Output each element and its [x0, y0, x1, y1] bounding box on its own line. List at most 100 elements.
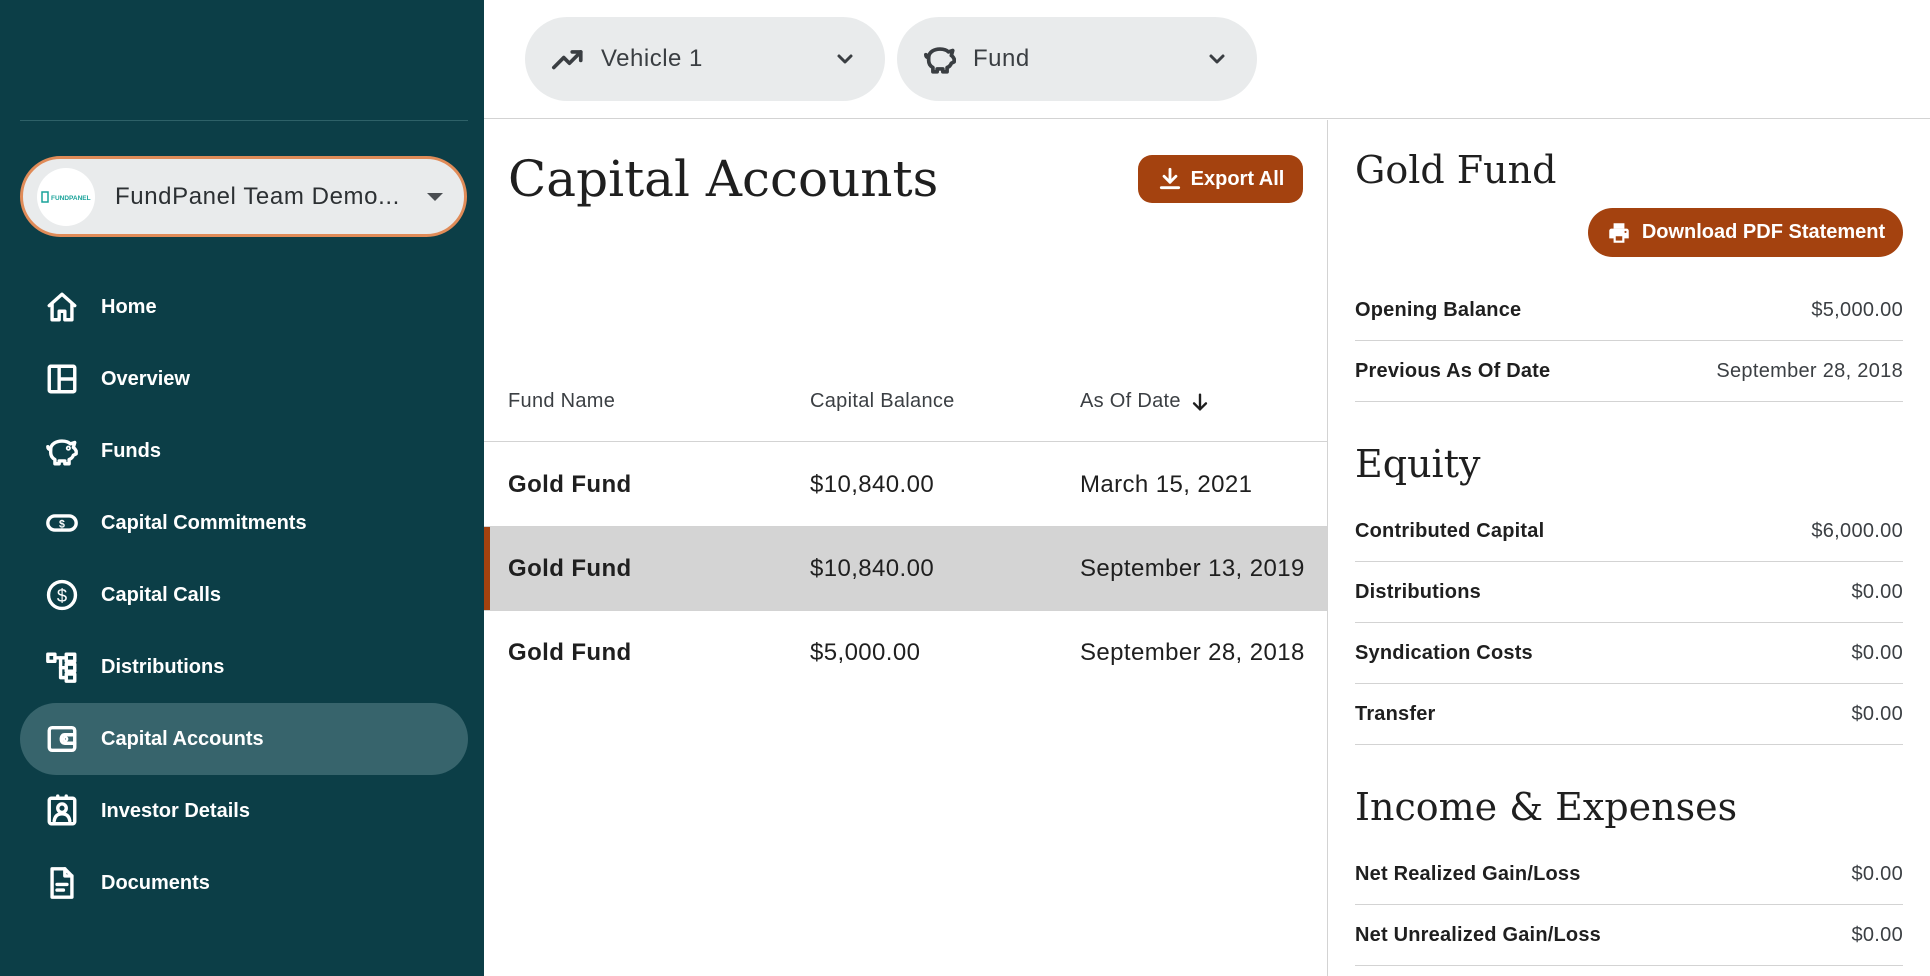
top-bar: Vehicle 1 Fund — [484, 0, 1930, 119]
previous-as-of-date-value: September 28, 2018 — [1716, 359, 1903, 382]
table-body: Gold Fund $10,840.00 March 15, 2021 Gold… — [484, 443, 1327, 695]
sidebar-item-capital-commitments[interactable]: $ Capital Commitments — [20, 487, 468, 559]
contributed-capital-row: Contributed Capital $6,000.00 — [1355, 501, 1903, 562]
sidebar-item-label: Distributions — [101, 655, 225, 678]
hierarchy-icon — [44, 649, 80, 685]
column-header-as-of-date-label: As Of Date — [1080, 390, 1181, 412]
equity-section-title: Equity — [1355, 442, 1481, 486]
net-realized-gain-loss-label: Net Realized Gain/Loss — [1355, 862, 1581, 885]
chevron-down-icon — [1205, 47, 1229, 71]
net-unrealized-gain-loss-row: Net Unrealized Gain/Loss $0.00 — [1355, 905, 1903, 966]
column-header-fund-name[interactable]: Fund Name — [508, 390, 615, 413]
sidebar-item-label: Funds — [101, 439, 161, 462]
svg-text:$: $ — [57, 585, 67, 606]
organization-logo: FUNDPANEL — [37, 167, 95, 226]
capital-account-detail-panel: Gold Fund Download PDF Statement Opening… — [1329, 120, 1930, 976]
sidebar-item-capital-calls[interactable]: $ Capital Calls — [20, 559, 468, 631]
column-header-capital-balance[interactable]: Capital Balance — [810, 390, 955, 413]
transfer-value: $0.00 — [1851, 702, 1903, 725]
fund-select-label: Fund — [973, 45, 1030, 72]
sidebar-item-distributions[interactable]: Distributions — [20, 631, 468, 703]
previous-as-of-date-row: Previous As Of Date September 28, 2018 — [1355, 341, 1903, 402]
sidebar-item-label: Home — [101, 295, 157, 318]
sidebar-nav: Home Overview Funds $ Capital Commitment… — [20, 271, 468, 919]
net-unrealized-gain-loss-value: $0.00 — [1851, 923, 1903, 946]
fund-name-cell: Gold Fund — [508, 555, 632, 582]
syndication-costs-label: Syndication Costs — [1355, 641, 1533, 664]
organization-select[interactable]: FUNDPANEL FundPanel Team Demo... — [20, 156, 467, 237]
export-all-label: Export All — [1190, 167, 1285, 190]
income-expenses-section-title: Income & Expenses — [1355, 785, 1738, 829]
page-title: Capital Accounts — [508, 150, 939, 208]
detail-title: Gold Fund — [1355, 148, 1557, 192]
distributions-label: Distributions — [1355, 580, 1481, 603]
table-row[interactable]: Gold Fund $10,840.00 March 15, 2021 — [484, 443, 1327, 527]
wallet-icon — [44, 721, 80, 757]
sidebar: FUNDPANEL FundPanel Team Demo... Home Ov… — [0, 0, 484, 976]
sidebar-item-capital-accounts[interactable]: Capital Accounts — [20, 703, 468, 775]
opening-balance-label: Opening Balance — [1355, 298, 1522, 321]
svg-text:FUNDPANEL: FUNDPANEL — [51, 195, 91, 202]
fund-select[interactable]: Fund — [897, 17, 1257, 101]
piggy-bank-icon — [44, 433, 80, 469]
table-row-selected[interactable]: Gold Fund $10,840.00 September 13, 2019 — [484, 527, 1327, 611]
sidebar-item-investor-details[interactable]: Investor Details — [20, 775, 468, 847]
sidebar-item-label: Documents — [101, 871, 210, 894]
net-realized-gain-loss-row: Net Realized Gain/Loss $0.00 — [1355, 844, 1903, 905]
home-icon — [44, 289, 80, 325]
trending-up-icon — [551, 42, 585, 76]
as-of-date-cell: March 15, 2021 — [1080, 471, 1253, 498]
download-pdf-label: Download PDF Statement — [1641, 221, 1886, 243]
caret-down-icon — [427, 192, 443, 201]
vehicle-select-label: Vehicle 1 — [601, 45, 703, 72]
sidebar-item-home[interactable]: Home — [20, 271, 468, 343]
sidebar-item-label: Capital Commitments — [101, 511, 307, 534]
sidebar-item-funds[interactable]: Funds — [20, 415, 468, 487]
printer-icon — [1609, 222, 1629, 243]
fund-name-cell: Gold Fund — [508, 639, 632, 666]
as-of-date-cell: September 13, 2019 — [1080, 555, 1305, 582]
distributions-row: Distributions $0.00 — [1355, 562, 1903, 623]
as-of-date-cell: September 28, 2018 — [1080, 639, 1305, 666]
money-pill-icon: $ — [44, 505, 80, 541]
previous-as-of-date-label: Previous As Of Date — [1355, 359, 1551, 382]
sidebar-item-label: Capital Accounts — [101, 727, 264, 750]
table-row[interactable]: Gold Fund $5,000.00 September 28, 2018 — [484, 611, 1327, 695]
sidebar-item-label: Overview — [101, 367, 190, 390]
vehicle-select[interactable]: Vehicle 1 — [525, 17, 885, 101]
opening-balance-row: Opening Balance $5,000.00 — [1355, 280, 1903, 341]
syndication-costs-value: $0.00 — [1851, 641, 1903, 664]
download-icon — [1159, 167, 1180, 190]
syndication-costs-row: Syndication Costs $0.00 — [1355, 623, 1903, 684]
contact-card-icon — [44, 793, 80, 829]
sidebar-divider — [20, 120, 468, 121]
transfer-label: Transfer — [1355, 702, 1436, 725]
capital-balance-cell: $10,840.00 — [810, 471, 935, 498]
net-realized-gain-loss-value: $0.00 — [1851, 862, 1903, 885]
sidebar-item-documents[interactable]: Documents — [20, 847, 468, 919]
net-unrealized-gain-loss-label: Net Unrealized Gain/Loss — [1355, 923, 1601, 946]
download-pdf-statement-button[interactable]: Download PDF Statement — [1588, 208, 1903, 257]
document-icon — [44, 865, 80, 901]
dollar-circle-icon: $ — [44, 577, 80, 613]
capital-balance-cell: $5,000.00 — [810, 639, 921, 666]
sidebar-item-label: Investor Details — [101, 799, 250, 822]
contributed-capital-label: Contributed Capital — [1355, 519, 1545, 542]
column-header-as-of-date[interactable]: As Of Date — [1080, 390, 1211, 413]
svg-text:$: $ — [59, 518, 65, 530]
contributed-capital-value: $6,000.00 — [1811, 519, 1903, 542]
sidebar-item-overview[interactable]: Overview — [20, 343, 468, 415]
capital-accounts-list-panel: Capital Accounts Export All Fund Name Ca… — [484, 120, 1328, 976]
fund-name-cell: Gold Fund — [508, 471, 632, 498]
opening-balance-value: $5,000.00 — [1811, 298, 1903, 321]
transfer-row: Transfer $0.00 — [1355, 684, 1903, 745]
piggy-bank-icon — [923, 42, 957, 76]
capital-balance-cell: $10,840.00 — [810, 555, 935, 582]
table-header: Fund Name Capital Balance As Of Date — [484, 342, 1327, 442]
arrow-down-icon — [1192, 392, 1207, 411]
sidebar-item-label: Capital Calls — [101, 583, 222, 606]
distributions-value: $0.00 — [1851, 580, 1903, 603]
export-all-button[interactable]: Export All — [1138, 155, 1303, 203]
chevron-down-icon — [833, 47, 857, 71]
organization-label: FundPanel Team Demo... — [115, 182, 400, 210]
